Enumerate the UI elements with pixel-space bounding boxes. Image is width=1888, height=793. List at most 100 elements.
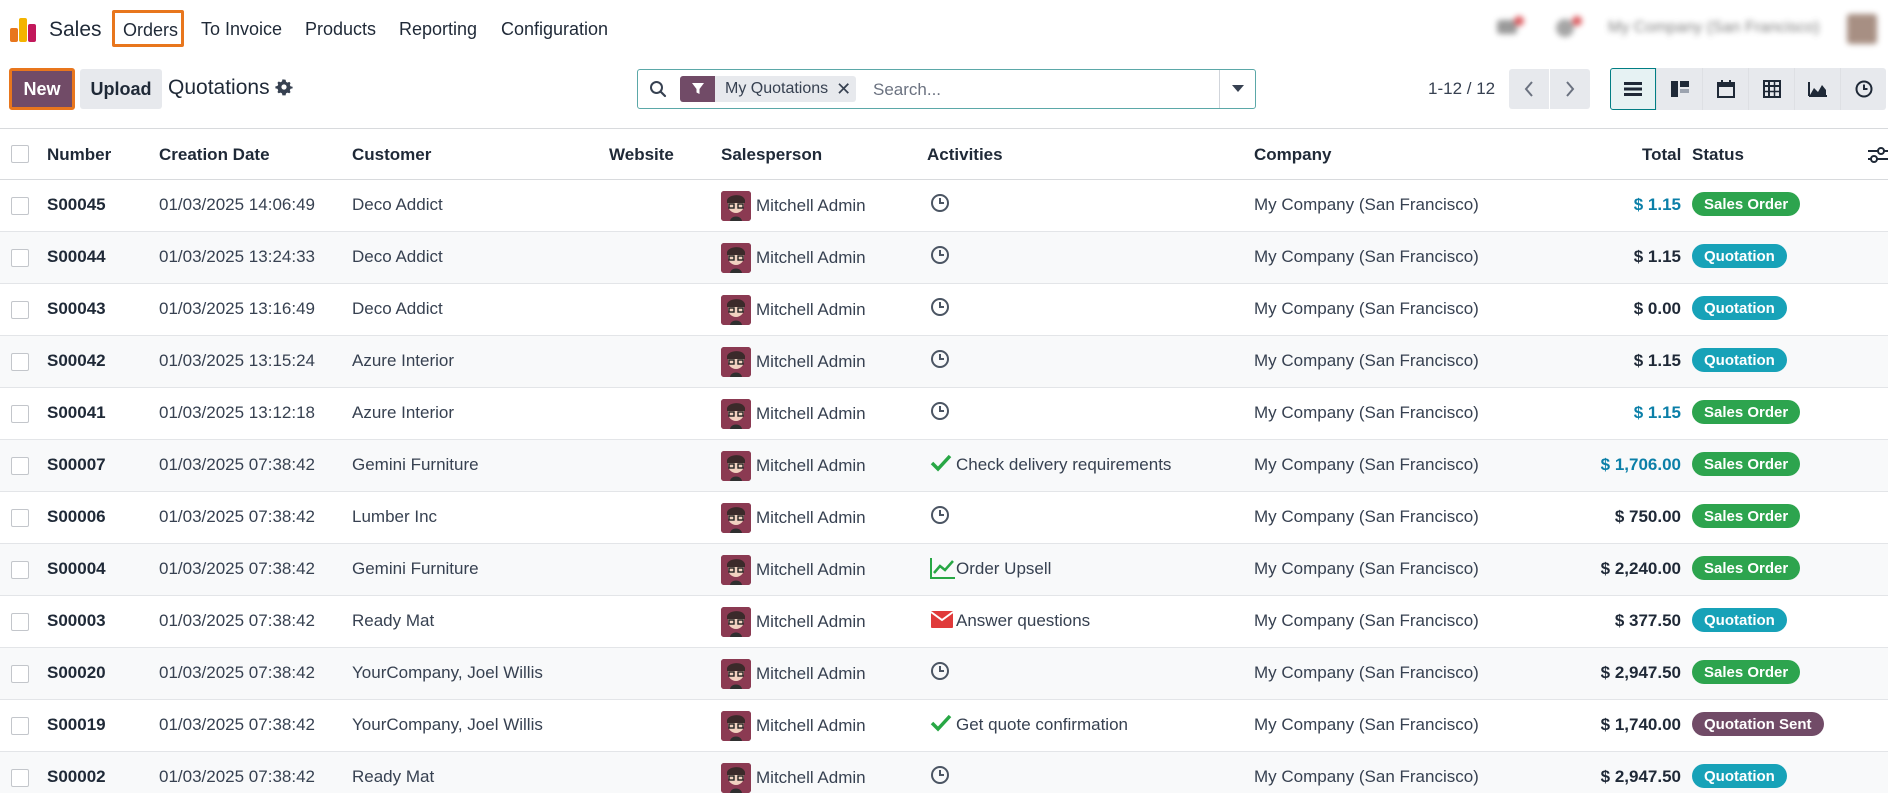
- search-options-toggle[interactable]: [1219, 70, 1255, 108]
- company-switcher[interactable]: My Company (San Francisco): [1608, 19, 1820, 37]
- pager-previous-button[interactable]: [1509, 69, 1549, 109]
- row-checkbox[interactable]: [11, 249, 29, 267]
- table-row[interactable]: S00042 01/03/2025 13:15:24 Azure Interior M…: [0, 336, 1888, 388]
- order-total: $ 0.00: [1633, 299, 1681, 318]
- salesperson-avatar[interactable]: [721, 555, 751, 585]
- table-row[interactable]: S00043 01/03/2025 13:16:49 Deco Addict Mitc…: [0, 284, 1888, 336]
- salesperson-avatar[interactable]: [721, 607, 751, 637]
- pager-next-button[interactable]: [1550, 69, 1590, 109]
- pivot-view-button[interactable]: [1748, 68, 1794, 110]
- envelope-icon[interactable]: [930, 609, 954, 634]
- row-checkbox[interactable]: [11, 457, 29, 475]
- clock-icon[interactable]: [930, 349, 950, 374]
- optional-columns-icon[interactable]: [1868, 146, 1888, 169]
- salesperson-avatar[interactable]: [721, 347, 751, 377]
- activity-summary[interactable]: Get quote confirmation: [956, 715, 1128, 735]
- graph-view-button[interactable]: [1794, 68, 1840, 110]
- activity-summary[interactable]: Order Upsell: [956, 559, 1051, 579]
- table-row[interactable]: S00041 01/03/2025 13:12:18 Azure Interior M…: [0, 388, 1888, 440]
- menu-to-invoice[interactable]: To Invoice: [201, 19, 282, 40]
- row-checkbox[interactable]: [11, 353, 29, 371]
- activity-summary[interactable]: Answer questions: [956, 611, 1090, 631]
- col-number[interactable]: Number: [47, 145, 111, 165]
- menu-products[interactable]: Products: [305, 19, 376, 40]
- clock-icon[interactable]: [930, 245, 950, 270]
- creation-date: 01/03/2025 07:38:42: [159, 559, 315, 578]
- activity-clock-icon[interactable]: [1555, 16, 1583, 43]
- creation-date: 01/03/2025 14:06:49: [159, 195, 315, 214]
- calendar-view-button[interactable]: [1702, 68, 1748, 110]
- col-customer[interactable]: Customer: [352, 145, 431, 165]
- col-status[interactable]: Status: [1692, 145, 1744, 165]
- salesperson-avatar[interactable]: [721, 295, 751, 325]
- kanban-view-button[interactable]: [1656, 68, 1702, 110]
- salesperson-avatar[interactable]: [721, 399, 751, 429]
- col-company[interactable]: Company: [1254, 145, 1331, 165]
- col-activities[interactable]: Activities: [927, 145, 1003, 165]
- salesperson-avatar[interactable]: [721, 191, 751, 221]
- menu-orders[interactable]: Orders: [112, 10, 184, 47]
- salesperson-avatar[interactable]: [721, 451, 751, 481]
- salesperson-avatar[interactable]: [721, 659, 751, 689]
- user-avatar[interactable]: [1847, 14, 1877, 44]
- table-row[interactable]: S00006 01/03/2025 07:38:42 Lumber Inc Mitch…: [0, 492, 1888, 544]
- area-chart-icon: [1807, 82, 1827, 97]
- table-row[interactable]: S00045 01/03/2025 14:06:49 Deco Addict Mitc…: [0, 180, 1888, 232]
- salesperson-avatar[interactable]: [721, 243, 751, 273]
- check-icon[interactable]: [930, 713, 952, 738]
- check-icon[interactable]: [930, 453, 952, 478]
- table-header: Number Creation Date Customer Website Sa…: [0, 128, 1888, 180]
- pager-value[interactable]: 1-12 / 12: [1428, 79, 1495, 99]
- clock-icon[interactable]: [930, 193, 950, 218]
- table-row[interactable]: S00002 01/03/2025 07:38:42 Ready Mat Mitche…: [0, 752, 1888, 793]
- order-total: $ 1,740.00: [1600, 715, 1681, 734]
- salesperson-avatar[interactable]: [721, 503, 751, 533]
- clock-icon[interactable]: [930, 661, 950, 686]
- row-checkbox[interactable]: [11, 197, 29, 215]
- table-row[interactable]: S00004 01/03/2025 07:38:42 Gemini Furnitur…: [0, 544, 1888, 596]
- table-row[interactable]: S00019 01/03/2025 07:38:42 YourCompany, Jo…: [0, 700, 1888, 752]
- row-checkbox[interactable]: [11, 717, 29, 735]
- col-creation-date[interactable]: Creation Date: [159, 145, 270, 165]
- new-button[interactable]: New: [9, 68, 75, 110]
- upload-button[interactable]: Upload: [80, 69, 162, 109]
- order-total: $ 377.50: [1614, 611, 1681, 630]
- table-row[interactable]: S00020 01/03/2025 07:38:42 YourCompany, Jo…: [0, 648, 1888, 700]
- row-checkbox[interactable]: [11, 613, 29, 631]
- col-salesperson[interactable]: Salesperson: [721, 145, 822, 165]
- table-row[interactable]: S00044 01/03/2025 13:24:33 Deco Addict Mitc…: [0, 232, 1888, 284]
- gear-icon[interactable]: [275, 78, 293, 101]
- order-number: S00041: [47, 403, 106, 422]
- order-number: S00007: [47, 455, 106, 474]
- chart-line-icon[interactable]: [930, 557, 956, 584]
- table-row[interactable]: S00007 01/03/2025 07:38:42 Gemini Furnitur…: [0, 440, 1888, 492]
- activity-view-button[interactable]: [1840, 68, 1886, 110]
- table-row[interactable]: S00003 01/03/2025 07:38:42 Ready Mat Mitche…: [0, 596, 1888, 648]
- clock-icon[interactable]: [930, 401, 950, 426]
- select-all-checkbox[interactable]: [11, 145, 29, 163]
- app-name[interactable]: Sales: [49, 18, 102, 42]
- salesperson-avatar[interactable]: [721, 711, 751, 741]
- col-total[interactable]: Total: [1642, 145, 1681, 165]
- search-icon[interactable]: [649, 80, 667, 103]
- sales-app-icon[interactable]: [10, 16, 38, 42]
- company-name: My Company (San Francisco): [1254, 611, 1479, 630]
- search-input[interactable]: [873, 79, 1213, 101]
- clock-icon[interactable]: [930, 297, 950, 322]
- row-checkbox[interactable]: [11, 769, 29, 787]
- col-website[interactable]: Website: [609, 145, 674, 165]
- remove-facet-icon[interactable]: ✕: [836, 79, 856, 100]
- clock-icon[interactable]: [930, 765, 950, 790]
- row-checkbox[interactable]: [11, 665, 29, 683]
- clock-icon[interactable]: [930, 505, 950, 530]
- activity-summary[interactable]: Check delivery requirements: [956, 455, 1171, 475]
- salesperson-avatar[interactable]: [721, 763, 751, 793]
- menu-configuration[interactable]: Configuration: [501, 19, 608, 40]
- row-checkbox[interactable]: [11, 301, 29, 319]
- discuss-icon[interactable]: [1497, 16, 1525, 43]
- menu-reporting[interactable]: Reporting: [399, 19, 477, 40]
- row-checkbox[interactable]: [11, 509, 29, 527]
- row-checkbox[interactable]: [11, 405, 29, 423]
- list-view-button[interactable]: [1610, 68, 1656, 110]
- row-checkbox[interactable]: [11, 561, 29, 579]
